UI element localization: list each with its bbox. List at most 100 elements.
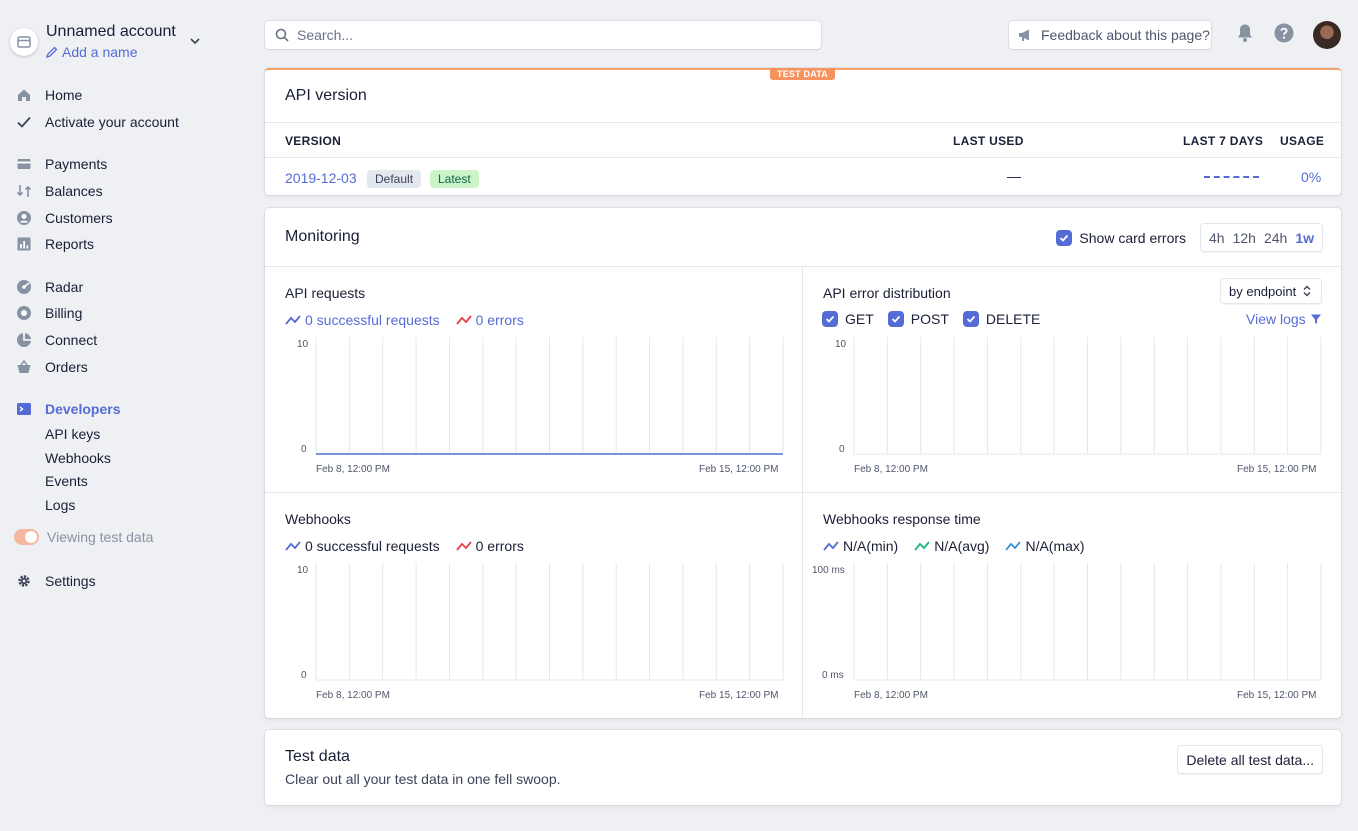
monitoring-card: Monitoring Show card errors 4h 12h 24h 1… [265,208,1341,718]
nav-radar[interactable]: Radar [14,276,83,298]
balances-icon [14,181,34,201]
checkbox-checked-icon[interactable] [887,311,904,327]
home-icon [14,85,34,105]
nav-reports[interactable]: Reports [14,233,94,255]
nav-settings-label: Settings [45,573,96,589]
trend-line-icon [914,541,930,551]
legend-success-label: 0 successful requests [305,538,440,554]
avatar[interactable] [1313,21,1341,49]
endpoint-select[interactable]: by endpoint [1220,278,1322,304]
legend-avg[interactable]: N/A(avg) [914,538,989,554]
range-4h[interactable]: 4h [1205,230,1229,246]
legend-min[interactable]: N/A(min) [823,538,898,554]
nav-radar-label: Radar [45,279,84,295]
test-data-toggle-row[interactable]: Viewing test data [14,529,153,545]
range-1w[interactable]: 1w [1291,230,1318,246]
billing-icon [14,303,34,323]
trend-line-icon [455,315,472,325]
y-axis-max: 10 [297,339,309,350]
search-icon [275,28,289,42]
nav-customers-label: Customers [45,210,113,226]
nav-activate-label: Activate your account [45,114,179,130]
legend-success[interactable]: 0 successful requests [285,312,440,328]
checkbox-checked-icon[interactable] [1056,229,1073,246]
nav-balances[interactable]: Balances [14,180,103,202]
payments-icon [14,154,34,174]
monitoring-title: Monitoring [285,228,360,245]
response-time-chart: 100 ms 0 ms Feb 8, 12:00 PM Feb 15, 12:0… [812,561,1323,713]
nav-connect[interactable]: Connect [14,329,97,351]
chevron-down-icon[interactable] [188,34,202,51]
legend-max[interactable]: N/A(max) [1005,538,1085,554]
legend-errors-label: 0 errors [475,312,524,328]
orders-icon [14,357,34,377]
nav-home[interactable]: Home [14,84,82,106]
account-icon [10,28,38,56]
time-range-selector[interactable]: 4h 12h 24h 1w [1200,223,1323,252]
nav-developers[interactable]: Developers [14,398,120,420]
version-link[interactable]: 2019-12-03 [285,170,357,186]
megaphone-icon [1019,29,1029,41]
method-get-label: GET [845,311,874,327]
legend-success[interactable]: 0 successful requests [285,538,440,554]
nav-logs[interactable]: Logs [45,495,75,515]
webhooks-panel: Webhooks 0 successful requests 0 errors … [265,493,784,718]
add-name-link[interactable]: Add a name [46,44,176,60]
show-card-errors[interactable]: Show card errors [1056,229,1186,246]
range-12h[interactable]: 12h [1229,230,1260,246]
test-data-title: Test data [285,748,350,765]
gear-icon [14,571,34,591]
legend-errors[interactable]: 0 errors [455,312,524,328]
nav-payments[interactable]: Payments [14,153,107,175]
checkbox-checked-icon[interactable] [822,311,838,327]
nav-billing[interactable]: Billing [14,302,82,324]
nav-webhooks[interactable]: Webhooks [45,448,111,468]
nav-developers-label: Developers [45,401,121,417]
divider [265,122,1341,123]
method-delete[interactable]: DELETE [962,311,1041,327]
usage-sparkline [1204,176,1259,178]
nav-settings[interactable]: Settings [14,570,96,592]
nav-customers[interactable]: Customers [14,207,113,229]
legend-avg-label: N/A(avg) [934,538,990,554]
x-axis-start: Feb 8, 12:00 PM [854,690,928,701]
checkbox-checked-icon[interactable] [962,311,979,327]
panel-title: Webhooks response time [823,511,981,527]
connect-icon [14,330,34,350]
nav-api-keys[interactable]: API keys [45,424,100,444]
feedback-button[interactable]: Feedback about this page? [1009,21,1211,49]
method-get[interactable]: GET [822,311,874,327]
nav-payments-label: Payments [45,156,108,172]
nav-reports-label: Reports [45,236,95,252]
panel-title: API error distribution [823,285,951,301]
range-24h[interactable]: 24h [1260,230,1291,246]
method-post-label: POST [910,311,949,327]
nav-activate[interactable]: Activate your account [14,111,179,133]
col-usage: USAGE [1280,134,1325,148]
legend-errors[interactable]: 0 errors [455,538,524,554]
delete-test-data-button[interactable]: Delete all test data... [1177,745,1323,774]
account-switcher[interactable]: Unnamed account Add a name [10,22,200,60]
panel-title: API requests [285,285,366,301]
test-data-toggle[interactable] [14,529,39,545]
view-logs-link[interactable]: View logs [1246,311,1322,327]
x-axis-start: Feb 8, 12:00 PM [316,464,390,475]
response-time-panel: Webhooks response time N/A(min) N/A(avg)… [803,493,1323,718]
bell-icon[interactable] [1234,22,1256,44]
nav-events[interactable]: Events [45,471,88,491]
method-delete-label: DELETE [985,311,1041,327]
filter-icon [1310,314,1321,324]
endpoint-select-value: by endpoint [1229,283,1297,299]
trend-line-icon [285,541,301,551]
y-axis-min: 0 [301,444,307,455]
y-axis-min: 0 ms [822,670,844,681]
test-data-card: Test data Clear out all your test data i… [265,730,1341,805]
method-post[interactable]: POST [887,311,949,327]
divider [265,157,1341,158]
y-axis-min: 0 [301,670,307,681]
y-axis-min: 0 [839,444,845,455]
help-icon[interactable] [1273,22,1295,44]
nav-orders[interactable]: Orders [14,356,88,378]
search-input[interactable]: Search... [265,21,821,49]
test-data-badge: TEST DATA [770,68,835,80]
